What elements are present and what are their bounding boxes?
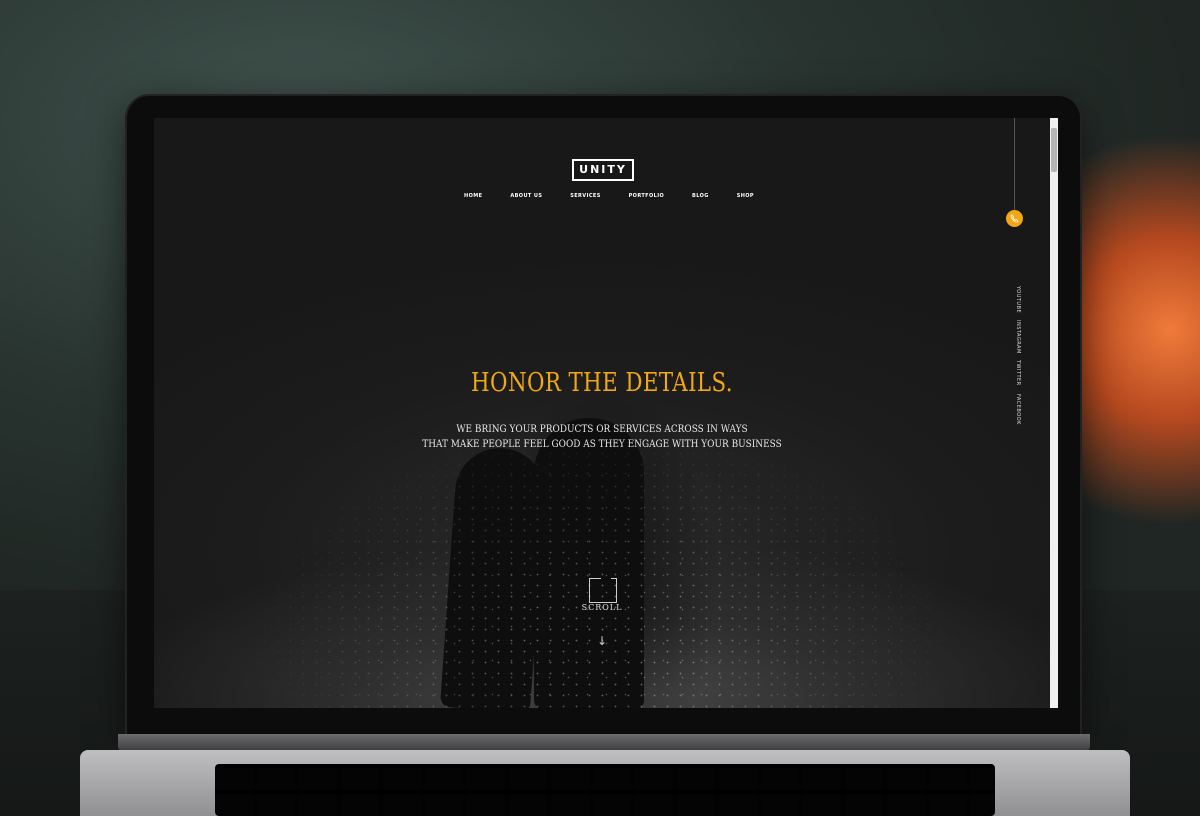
side-divider-line (1014, 118, 1015, 210)
page-scrollbar[interactable] (1050, 118, 1058, 708)
nav-item-blog[interactable]: BLOG (692, 193, 709, 199)
scroll-frame[interactable] (589, 578, 617, 603)
scrollbar-thumb[interactable] (1051, 128, 1057, 172)
hero-headline: HONOR THE DETAILS. (471, 368, 733, 398)
social-link-instagram[interactable]: INSTAGRAM (1009, 320, 1021, 354)
laptop-screen: UNITY HOME ABOUT US SERVICES PORTFOLIO B… (154, 118, 1050, 708)
keyboard (215, 764, 995, 816)
photo-scene: UNITY HOME ABOUT US SERVICES PORTFOLIO B… (0, 0, 1200, 816)
social-link-youtube[interactable]: YOUTUBE (1009, 286, 1021, 313)
arrow-down-icon[interactable]: ↓ (596, 634, 608, 648)
social-link-facebook[interactable]: FACEBOOK (1009, 394, 1021, 425)
nav-item-about-us[interactable]: ABOUT US (510, 193, 542, 199)
nav-item-portfolio[interactable]: PORTFOLIO (629, 193, 665, 199)
hero-subline: WE BRING YOUR PRODUCTS OR SERVICES ACROS… (221, 422, 983, 452)
hero-subline-1: WE BRING YOUR PRODUCTS OR SERVICES ACROS… (456, 423, 748, 435)
hero-subline-2: THAT MAKE PEOPLE FEEL GOOD AS THEY ENGAG… (422, 438, 782, 450)
nav-item-home[interactable]: HOME (464, 193, 482, 199)
social-link-twitter[interactable]: TWITTER (1009, 360, 1021, 386)
site-logo[interactable]: UNITY (572, 159, 634, 181)
nav-item-services[interactable]: SERVICES (570, 193, 600, 199)
phone-icon[interactable] (1006, 210, 1023, 227)
nav-item-shop[interactable]: SHOP (737, 193, 754, 199)
main-nav: HOME ABOUT US SERVICES PORTFOLIO BLOG SH… (464, 193, 754, 199)
scroll-label[interactable]: SCROLL (574, 603, 630, 612)
snow-overlay (154, 118, 1050, 708)
